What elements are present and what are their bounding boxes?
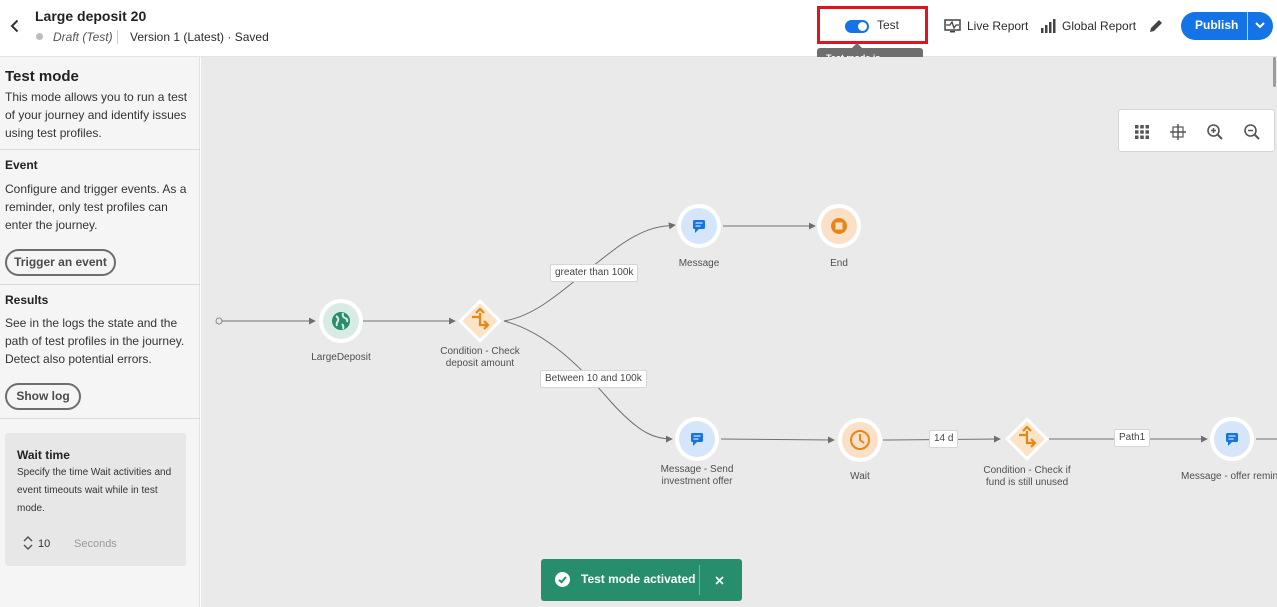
checkmark-circle-icon xyxy=(555,572,570,587)
edge-label-between[interactable]: Between 10 and 100k xyxy=(540,370,647,388)
node-label: Message - offer remin xyxy=(1181,471,1277,482)
fit-to-screen-icon[interactable] xyxy=(1168,122,1188,142)
node-label: Condition - Check if fund is still unuse… xyxy=(983,465,1071,488)
test-toggle-highlight xyxy=(817,6,928,44)
chevron-down-icon[interactable] xyxy=(1254,19,1266,31)
wait-time-unit: Seconds xyxy=(74,538,117,550)
divider xyxy=(0,149,200,150)
edge-label-greater[interactable]: greater than 100k xyxy=(550,264,639,282)
zoom-in-icon[interactable] xyxy=(1205,122,1225,142)
node-label: Wait xyxy=(850,471,870,482)
journey-status: Draft (Test) xyxy=(53,30,113,44)
journey-header: Large deposit 20 Draft (Test) Version 1 … xyxy=(0,0,1277,84)
bar-chart-icon xyxy=(1041,19,1056,33)
toast-message: Test mode activated xyxy=(581,572,696,586)
canvas-toolbar xyxy=(1118,109,1275,152)
grid-icon[interactable] xyxy=(1132,122,1152,142)
edge-label-duration[interactable]: 14 d xyxy=(929,430,959,448)
global-report-button[interactable]: Global Report xyxy=(1040,17,1136,35)
wait-time-title: Wait time xyxy=(17,448,70,462)
stepper-icon[interactable] xyxy=(22,533,34,553)
canvas-scrollbar[interactable] xyxy=(1273,57,1276,87)
end-node[interactable] xyxy=(816,203,862,254)
node-label: End xyxy=(830,258,848,269)
event-description: Configure and trigger events. As a remin… xyxy=(5,182,187,232)
message-node-offer-reminder[interactable] xyxy=(1209,416,1255,467)
close-icon[interactable] xyxy=(711,572,727,588)
event-heading: Event xyxy=(5,158,38,172)
condition-node-fund[interactable] xyxy=(1003,415,1051,468)
edge-label-path1[interactable]: Path1 xyxy=(1114,429,1151,447)
panel-intro: This mode allows you to run a test of yo… xyxy=(5,90,188,140)
zoom-out-icon[interactable] xyxy=(1242,122,1262,142)
wait-node[interactable] xyxy=(837,417,883,468)
toggle-knob xyxy=(858,22,867,31)
wait-time-input[interactable]: 10 xyxy=(38,538,50,550)
back-icon[interactable] xyxy=(6,16,24,36)
version-info: Version 1 (Latest) · Saved xyxy=(130,30,269,44)
success-toast: Test mode activated xyxy=(541,559,742,601)
condition-node-deposit[interactable] xyxy=(456,297,504,350)
node-label: Message xyxy=(678,258,720,269)
divider xyxy=(699,565,700,595)
edit-button[interactable] xyxy=(1148,17,1170,35)
status-dot-icon xyxy=(36,33,43,40)
journey-canvas[interactable]: LargeDeposit Condition - Check deposit a… xyxy=(201,57,1277,607)
wait-time-box: Wait time Specify the time Wait activiti… xyxy=(5,433,186,566)
pencil-icon xyxy=(1150,20,1162,32)
message-node-send-offer[interactable] xyxy=(674,416,720,467)
test-mode-toggle[interactable] xyxy=(845,20,869,33)
wait-time-description: Specify the time Wait activities and eve… xyxy=(17,467,172,514)
publish-button[interactable]: Publish xyxy=(1181,12,1273,40)
node-label: Message - Send investment offer xyxy=(660,464,734,487)
global-report-label: Global Report xyxy=(1062,19,1137,33)
node-label: Condition - Check deposit amount xyxy=(440,346,520,369)
test-toggle-label: Test xyxy=(877,18,900,32)
live-report-button[interactable]: Live Report xyxy=(944,17,1028,35)
message-node-top[interactable] xyxy=(676,203,722,254)
divider xyxy=(0,284,200,285)
trigger-event-button[interactable]: Trigger an event xyxy=(5,249,116,276)
publish-label: Publish xyxy=(1195,18,1239,32)
divider xyxy=(0,418,200,419)
results-description: See in the logs the state and the path o… xyxy=(5,316,185,366)
journey-title: Large deposit 20 xyxy=(35,8,147,24)
test-mode-panel: Test mode This mode allows you to run a … xyxy=(0,57,200,607)
show-log-button[interactable]: Show log xyxy=(5,383,81,410)
divider xyxy=(117,30,118,44)
divider xyxy=(1247,12,1248,40)
live-report-label: Live Report xyxy=(967,19,1029,33)
results-heading: Results xyxy=(5,293,49,307)
panel-title: Test mode xyxy=(5,68,79,85)
node-label: LargeDeposit xyxy=(311,352,371,363)
live-report-icon xyxy=(944,19,961,33)
event-node-large-deposit[interactable] xyxy=(318,298,364,349)
